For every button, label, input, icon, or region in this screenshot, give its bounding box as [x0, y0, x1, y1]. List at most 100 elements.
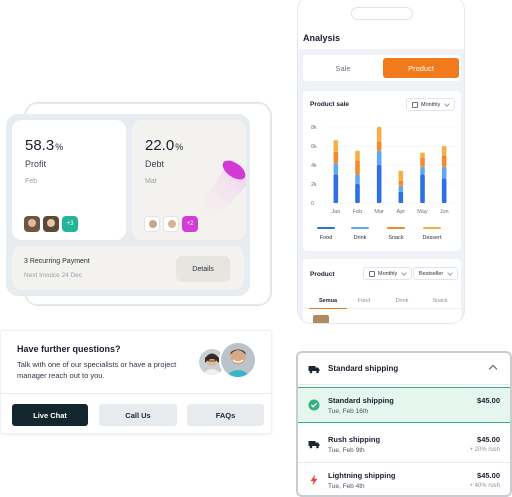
shipping-header-title: Standard shipping [328, 364, 399, 373]
bar-segment [420, 166, 425, 175]
shipping-selector: Standard shipping Standard shipping Tue,… [296, 351, 512, 497]
y-tick-label: 2k [311, 182, 317, 188]
legend-swatch [423, 227, 441, 229]
avatar [144, 216, 160, 232]
legend-swatch [387, 227, 405, 229]
recurring-payment-card: 3 Recurring Payment Next Invoice 24 Dec … [12, 246, 244, 290]
shipping-option-standard[interactable]: Standard shipping Tue, Feb 16th $45.00 [298, 387, 510, 423]
tab-sale[interactable]: Sale [305, 58, 381, 78]
product-sale-card: Product sale Monthly 8k 6k 4k 2k 0 Jan Feb Mar A… [303, 91, 461, 251]
bar-segment [355, 184, 360, 203]
shipping-option-rush[interactable]: Rush shipping Tue, Feb 9th $45.00 + 20% … [298, 427, 510, 463]
y-tick-label: 4k [311, 163, 317, 169]
bar-segment [420, 174, 425, 203]
more-avatars-badge[interactable]: +3 [62, 216, 78, 232]
bar-segment [333, 151, 339, 164]
check-circle-icon [308, 399, 320, 411]
y-tick-label: 8k [311, 125, 317, 131]
dropdown-value: Monthly [378, 270, 398, 277]
product-thumbnail [313, 315, 329, 323]
legend-swatch [317, 227, 335, 229]
option-price: $45.00 [477, 471, 500, 480]
option-price: $45.00 [477, 435, 500, 444]
x-tick-label: Apr [397, 209, 406, 215]
avatar [24, 216, 40, 232]
bar-segment [333, 174, 339, 203]
bar-segment [376, 150, 382, 165]
legend-swatch [351, 227, 369, 229]
option-surcharge: + 40% rush [469, 483, 500, 489]
debt-avatars: +2 [144, 216, 198, 232]
x-tick-label: May [417, 209, 428, 215]
bar-segment [441, 155, 447, 167]
category-tabs: Semua Food Drink Snack [303, 293, 461, 309]
calendar-icon [369, 270, 375, 277]
bar-segment [355, 174, 360, 184]
x-tick-label: Mar [374, 209, 384, 215]
bar-segment [420, 157, 425, 167]
details-button[interactable]: Details [176, 256, 230, 282]
legend-label: Drink [354, 235, 367, 241]
analysis-phone-screen: Analysis Sale Product Product sale Month… [297, 0, 465, 324]
divider [1, 393, 271, 394]
avatar [43, 216, 59, 232]
support-title: Have further questions? [17, 344, 121, 354]
tab-snack[interactable]: Snack [421, 293, 459, 309]
option-surcharge: + 20% rush [469, 447, 500, 453]
tab-semua[interactable]: Semua [309, 293, 347, 309]
live-chat-button[interactable]: Live Chat [12, 404, 88, 426]
recurring-subtitle: Next Invoice 24 Dec [24, 272, 83, 279]
shipping-header[interactable]: Standard shipping [298, 353, 510, 385]
tab-food[interactable]: Food [345, 293, 383, 309]
bar-segment [441, 166, 447, 179]
finance-cards: 58.3% Profit Feb +3 22.0% Debt Mar +2 3 … [6, 114, 250, 296]
product-period-dropdown[interactable]: Monthly [363, 267, 413, 280]
bar-segment [420, 152, 425, 158]
bar-segment [398, 185, 404, 192]
bar-segment [441, 178, 447, 203]
analysis-body: Sale Product Product sale Monthly 8k 6k 4k… [298, 49, 464, 323]
more-avatars-badge[interactable]: +2 [182, 216, 198, 232]
bar-segment [355, 150, 360, 161]
option-name: Standard shipping [328, 396, 394, 405]
option-date: Tue, Feb 16th [328, 408, 369, 415]
shipping-option-lightning[interactable]: Lightning shipping Tue, Feb 4th $45.00 +… [298, 463, 510, 495]
bar-segment [355, 160, 360, 175]
lightning-icon [310, 474, 318, 486]
decorative-swoosh-icon [190, 160, 246, 224]
support-text: Talk with one of our specialists or have… [17, 360, 177, 380]
chevron-down-icon [401, 269, 408, 276]
bar-segment [333, 140, 339, 152]
tab-product[interactable]: Product [383, 58, 459, 78]
legend-label: Snack [388, 235, 404, 241]
bar-segment [398, 191, 404, 203]
truck-icon [308, 366, 320, 374]
debt-label: Debt [145, 159, 165, 169]
legend-label: Dessert [423, 235, 442, 241]
dropdown-value: Bestseller [419, 270, 444, 277]
bar-segment [376, 141, 382, 151]
y-tick-label: 0 [311, 201, 314, 207]
option-name: Lightning shipping [328, 471, 396, 480]
bar-segment [376, 127, 382, 142]
product-sale-chart: 8k 6k 4k 2k 0 Jan Feb Mar Apr May Jun Food Drink Snac… [311, 125, 455, 241]
avatar [163, 216, 179, 232]
bar-segment [398, 170, 404, 181]
call-us-button[interactable]: Call Us [99, 404, 177, 426]
option-date: Tue, Feb 4th [328, 483, 365, 490]
x-tick-label: Jun [440, 209, 449, 215]
bar-segment [333, 163, 339, 175]
option-price: $45.00 [477, 396, 500, 405]
chevron-up-icon[interactable] [488, 364, 498, 374]
segment-control: Sale Product [303, 55, 461, 81]
option-name: Rush shipping [328, 435, 381, 444]
sort-dropdown[interactable]: Bestseller [413, 267, 459, 280]
person-icon [225, 349, 251, 377]
profit-value: 58.3% [25, 137, 64, 154]
faqs-button[interactable]: FAQs [187, 404, 264, 426]
tab-drink[interactable]: Drink [383, 293, 421, 309]
legend-label: Food [320, 235, 333, 241]
phone-notch [351, 7, 413, 20]
profit-card[interactable]: 58.3% Profit Feb +3 [12, 120, 126, 240]
debt-card[interactable]: 22.0% Debt Mar +2 [132, 120, 246, 240]
